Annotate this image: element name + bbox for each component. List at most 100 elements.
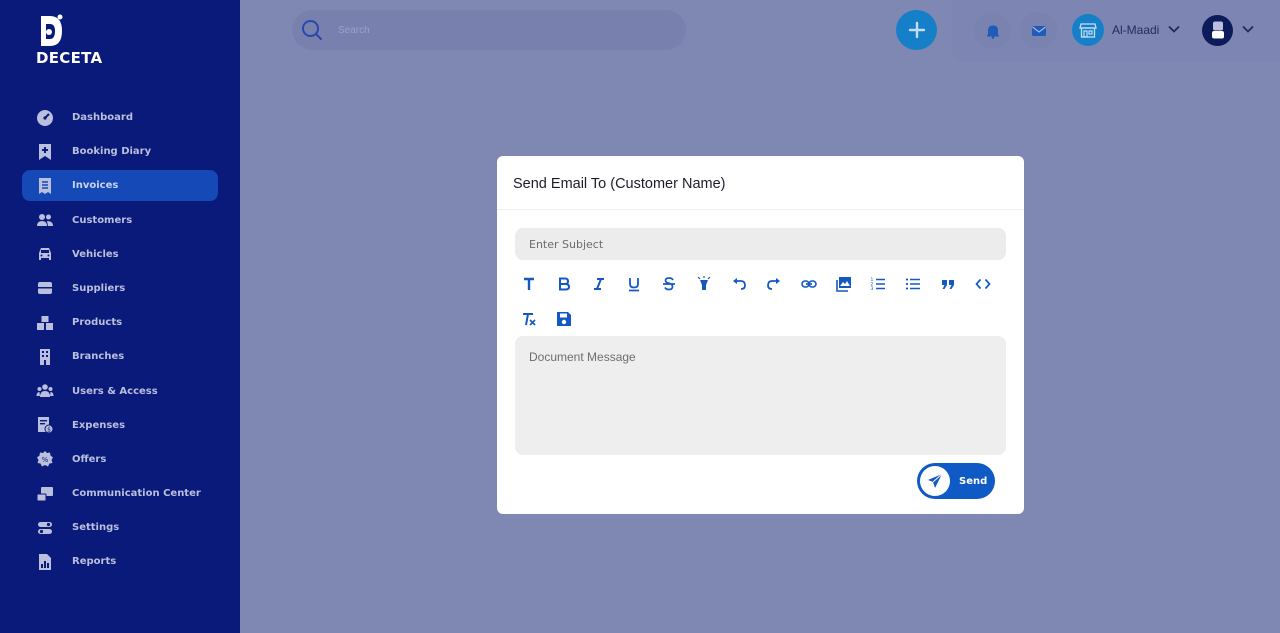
chevron-down-icon [1241,21,1255,39]
clear-format-button[interactable] [516,306,542,332]
quote-icon [942,280,954,289]
highlight-button[interactable] [691,271,717,297]
sidebar-item-suppliers[interactable]: Suppliers [22,273,218,304]
sidebar-item-label: Invoices [72,180,119,192]
sidebar-item-label: Suppliers [72,282,126,294]
car-icon [36,245,54,263]
code-button[interactable] [970,271,996,297]
add-button[interactable] [896,10,937,50]
sidebar-item-vehicles[interactable]: Vehicles [22,239,218,270]
store-icon [1072,14,1104,46]
offers-icon: % [36,450,54,468]
sidebar-item-reports[interactable]: Reports [22,546,218,577]
divider [497,209,1024,210]
bold-icon [559,277,571,291]
strikethrough-icon [663,277,675,291]
logo[interactable]: DECETA [36,14,106,68]
italic-icon [594,278,604,290]
building-icon [36,348,54,366]
customers-icon [36,211,54,229]
subject-input[interactable] [515,228,1006,260]
deceta-logo-icon [41,14,63,46]
sidebar-item-expenses[interactable]: $ Expenses [22,410,218,441]
sidebar-item-label: Dashboard [72,112,133,123]
text-heading-icon [524,277,534,290]
branch-selector[interactable]: Al-Maadi [1072,14,1181,46]
quote-button[interactable] [935,271,961,297]
clear-format-icon [523,313,536,326]
reports-icon [36,553,54,571]
bell-icon [986,25,999,39]
svg-text:$: $ [47,427,51,434]
sidebar-item-label: Communication Center [72,488,201,500]
avatar [1202,14,1233,46]
sidebar-item-settings[interactable]: Settings [22,512,218,543]
sidebar-item-label: Reports [72,556,117,568]
expenses-icon: $ [36,416,54,434]
ordered-list-button[interactable]: 123 [865,271,891,297]
send-button[interactable]: Send [917,463,995,499]
highlight-icon [697,276,711,290]
link-icon [801,280,817,288]
brand-name: DECETA [36,49,103,67]
invoice-icon [36,177,54,195]
search-icon[interactable] [292,10,332,50]
sidebar-item-products[interactable]: Products [22,307,218,338]
link-button[interactable] [796,271,822,297]
save-button[interactable] [551,306,577,332]
search-bar [292,10,686,50]
sidebar-item-label: Vehicles [72,248,119,260]
notifications-button[interactable] [974,12,1011,49]
search-input[interactable] [338,24,658,36]
sidebar-item-branches[interactable]: Branches [22,341,218,372]
products-icon [36,314,54,332]
sidebar-item-users-access[interactable]: Users & Access [22,376,218,407]
sidebar-item-label: Customers [72,214,133,226]
bold-button[interactable] [551,271,577,297]
sidebar-item-label: Booking Diary [72,146,152,158]
booking-diary-icon [36,143,54,161]
paper-plane-icon [928,473,943,488]
undo-icon [733,278,746,290]
sidebar-item-customers[interactable]: Customers [22,205,218,236]
user-menu[interactable] [1202,14,1255,46]
suppliers-icon [36,279,54,297]
bullet-list-button[interactable] [900,271,926,297]
sidebar-item-offers[interactable]: % Offers [22,444,218,475]
sidebar-item-booking-diary[interactable]: Booking Diary [22,136,218,167]
sidebar-item-label: Branches [72,351,125,363]
send-email-modal: Send Email To (Customer Name) Enter Subj… [497,156,1024,514]
code-icon [975,278,991,290]
image-icon [836,277,851,292]
undo-button[interactable] [726,271,752,297]
italic-button[interactable] [586,271,612,297]
message-textarea[interactable] [515,336,1006,455]
svg-text:%: % [42,456,49,464]
sidebar-item-communication-center[interactable]: Communication Center [22,478,218,509]
branch-name: Al-Maadi [1112,23,1160,37]
sidebar-item-invoices[interactable]: Invoices [22,170,218,202]
modal-title: Send Email To (Customer Name) [513,176,726,192]
communication-icon [36,485,54,503]
chevron-down-icon [1167,21,1181,39]
svg-text:3: 3 [871,286,874,292]
image-button[interactable] [831,271,857,297]
bullet-list-icon [905,278,920,290]
sidebar: DECETA Dashboard Booking Diary Invoices … [0,0,240,633]
strikethrough-button[interactable] [656,271,682,297]
redo-button[interactable] [761,271,787,297]
underline-icon [629,278,639,292]
send-icon-circle [920,466,950,496]
redo-icon [767,278,780,290]
plus-icon [908,21,925,39]
sidebar-item-label: Expenses [72,419,126,431]
save-icon [557,312,571,326]
sidebar-item-label: Products [72,317,123,329]
heading-button[interactable] [516,271,542,297]
underline-button[interactable] [621,271,647,297]
sidebar-item-dashboard[interactable]: Dashboard [22,102,218,133]
messages-button[interactable] [1020,12,1057,49]
sidebar-item-label: Offers [72,453,107,465]
settings-icon [36,519,54,537]
sidebar-item-label: Users & Access [72,385,158,397]
